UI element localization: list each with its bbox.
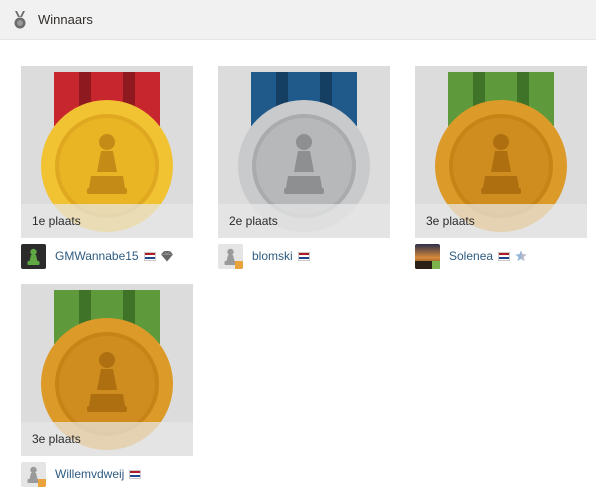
place-label: 3e plaats — [21, 422, 193, 456]
netherlands-flag — [129, 469, 142, 479]
player-row: blomski — [218, 243, 390, 269]
username-link[interactable]: Willemvdweij — [55, 467, 124, 481]
offline-status-icon — [38, 478, 46, 487]
username-link[interactable]: Solenea — [449, 249, 493, 263]
medal-icon — [14, 10, 26, 28]
netherlands-flag — [143, 251, 156, 261]
medal-image-bronze: 3e plaats — [21, 284, 193, 456]
online-status-icon — [432, 260, 440, 269]
sunset-photo-avatar[interactable] — [415, 243, 440, 269]
diamond-icon[interactable] — [160, 250, 173, 262]
default-pawn-avatar[interactable] — [21, 461, 46, 487]
winner-card-2: 2e plaats blomski — [218, 66, 390, 269]
place-label: 2e plaats — [218, 204, 390, 238]
place-label: 1e plaats — [21, 204, 193, 238]
medal-image-gold: 1e plaats — [21, 66, 193, 238]
star-icon[interactable] — [515, 250, 527, 262]
medal-image-silver: 2e plaats — [218, 66, 390, 238]
offline-status-icon — [235, 260, 243, 269]
player-row: Solenea — [415, 243, 587, 269]
page-title: Winnaars — [38, 12, 93, 27]
winner-card-4: 3e plaats Willemvdweij — [21, 284, 193, 487]
medal-image-bronze: 3e plaats — [415, 66, 587, 238]
netherlands-flag — [297, 251, 310, 261]
winners-header: Winnaars — [0, 0, 596, 40]
player-row: Willemvdweij — [21, 461, 193, 487]
username-link[interactable]: blomski — [252, 249, 293, 263]
green-pawn-avatar[interactable] — [21, 243, 46, 269]
winner-card-1: 1e plaats GMWannabe15 — [21, 66, 193, 269]
username-link[interactable]: GMWannabe15 — [55, 249, 139, 263]
winner-card-3: 3e plaats Solenea — [415, 66, 587, 269]
netherlands-flag — [498, 251, 511, 261]
player-row: GMWannabe15 — [21, 243, 193, 269]
default-pawn-avatar[interactable] — [218, 243, 243, 269]
place-label: 3e plaats — [415, 204, 587, 238]
